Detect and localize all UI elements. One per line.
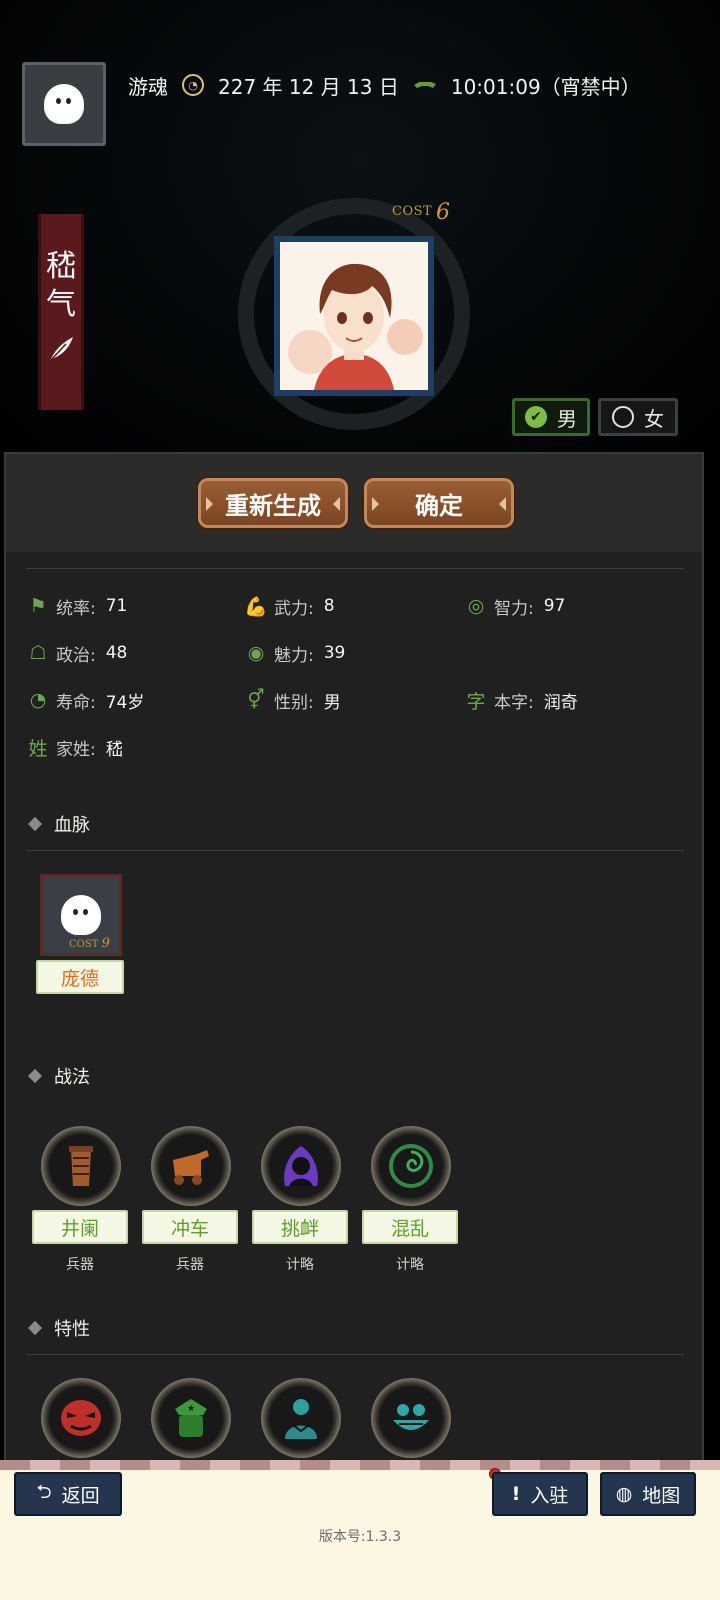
- action-bar: [6, 454, 702, 552]
- game-date: 227 年 12 月 13 日: [218, 74, 399, 99]
- player-avatar[interactable]: [22, 62, 106, 146]
- stat-charm: ◉ 魅力: 39: [247, 642, 346, 666]
- stat-intelligence: ◎ 智力: 97: [467, 595, 566, 619]
- traits-section-title: 特性: [27, 1316, 90, 1340]
- tactic-tag[interactable]: 混乱: [362, 1210, 458, 1244]
- portrait-illustration: [280, 242, 428, 390]
- stat-gender: ⚥ 性别: 男: [247, 689, 341, 713]
- header-info: 游魂 ◔ 227 年 12 月 13 日 10:01:09（宵禁中）: [128, 70, 641, 100]
- game-time: 10:01:09（宵禁中）: [450, 74, 641, 99]
- ghost-icon: [61, 895, 101, 935]
- stat-command: ⚑ 统率: 71: [29, 595, 128, 619]
- station-button[interactable]: ! 入驻: [492, 1472, 588, 1516]
- stat-family-name: 姓 家姓: 嵇: [28, 737, 123, 760]
- tiger-icon: [413, 82, 436, 88]
- exclamation-icon: !: [511, 1483, 521, 1505]
- bag-icon: ☖: [29, 642, 47, 664]
- stat-force: 💪 武力: 8: [244, 595, 335, 619]
- provoke-icon[interactable]: [261, 1126, 341, 1206]
- tactic-type: 兵器: [176, 1257, 204, 1273]
- eye-icon: ◉: [247, 642, 265, 664]
- back-arrow-icon: ⮌: [36, 1481, 52, 1503]
- character-name-banner: 嵇 气: [38, 214, 84, 410]
- bloodline-card[interactable]: COST 9: [40, 874, 122, 956]
- tactic-type: 计略: [396, 1257, 424, 1273]
- monk-icon[interactable]: [261, 1378, 341, 1458]
- brain-icon: ◎: [467, 595, 485, 617]
- bloodline-ancestor-tag[interactable]: 庞德: [36, 960, 124, 994]
- globe-icon: ◍: [615, 1483, 633, 1505]
- siege-tower-icon[interactable]: [41, 1126, 121, 1206]
- divider: [26, 568, 684, 569]
- grin-face-icon[interactable]: [371, 1378, 451, 1458]
- decorative-border: [0, 1460, 720, 1470]
- stat-lifespan: ◔ 寿命: 74岁: [29, 689, 145, 713]
- zi-icon: 字: [466, 690, 486, 713]
- flag-icon: ⚑: [29, 595, 47, 617]
- calendar-icon: ◔: [29, 689, 47, 711]
- confirm-button[interactable]: 确定: [364, 478, 514, 528]
- name-char-2: 气: [46, 287, 76, 322]
- character-detail-panel: 重新生成 确定 ⚑ 统率: 71 💪 武力: 8 ◎ 智力: 97 ☖ 政治: 48 ◉…: [4, 452, 704, 1462]
- tactic-tag[interactable]: 冲车: [142, 1210, 238, 1244]
- stat-courtesy-name: 字 本字: 润奇: [466, 690, 578, 713]
- gender-female-label: 女: [644, 406, 664, 431]
- name-char-1: 嵇: [46, 249, 76, 284]
- stat-politics: ☖ 政治: 48: [29, 642, 128, 666]
- tactics-section-title: 战法: [27, 1064, 90, 1088]
- tactic-type: 计略: [286, 1257, 314, 1273]
- bloodline-section-title: 血脉: [27, 812, 90, 836]
- feather-icon[interactable]: [46, 334, 76, 364]
- diamond-icon: [27, 816, 43, 832]
- gender-male-label: 男: [557, 406, 577, 431]
- tactic-type: 兵器: [66, 1257, 94, 1273]
- bloodline-cost: COST 9: [69, 936, 110, 951]
- ghost-icon: [44, 84, 84, 124]
- back-button[interactable]: ⮌ 返回: [14, 1472, 122, 1516]
- battering-ram-icon[interactable]: [151, 1126, 231, 1206]
- cost-value: 6: [436, 200, 450, 225]
- version-label: 版本号:1.3.3: [318, 1529, 402, 1545]
- xing-icon: 姓: [28, 737, 48, 760]
- tactic-tag[interactable]: 挑衅: [252, 1210, 348, 1244]
- gender-option-male[interactable]: ✔ 男: [512, 398, 590, 436]
- divider: [26, 850, 684, 851]
- calendar-icon: ◔: [182, 74, 204, 96]
- map-button[interactable]: ◍ 地图: [600, 1472, 696, 1516]
- gender-option-female[interactable]: 女: [598, 398, 678, 436]
- radio-empty-icon: [612, 406, 634, 428]
- cost-label: COST: [392, 204, 433, 219]
- tactic-tag[interactable]: 井阑: [32, 1210, 128, 1244]
- soldier-icon[interactable]: ★: [151, 1378, 231, 1458]
- diamond-icon: [27, 1068, 43, 1084]
- svg-text:★: ★: [187, 1404, 195, 1414]
- diamond-icon: [27, 1320, 43, 1336]
- arm-icon: 💪: [244, 595, 268, 618]
- check-icon: ✔: [525, 406, 547, 428]
- gender-icon: ⚥: [247, 689, 265, 711]
- confusion-icon[interactable]: [371, 1126, 451, 1206]
- player-name: 游魂: [128, 74, 168, 99]
- angry-mask-icon[interactable]: [41, 1378, 121, 1458]
- regenerate-button[interactable]: 重新生成: [198, 478, 348, 528]
- character-portrait: [274, 236, 434, 396]
- divider: [26, 1354, 684, 1355]
